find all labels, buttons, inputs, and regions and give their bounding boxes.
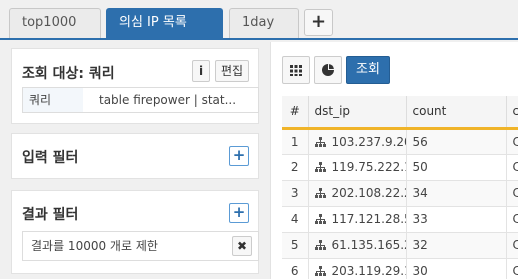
results-area: 조회 # dst_ip count c 1103.237.9.20456C211… [270,42,518,279]
dst-ip-value: 103.237.9.204 [331,134,406,149]
network-icon [314,266,326,276]
dst-ip-cell[interactable]: 202.108.22.22 [308,180,407,207]
dst-ip-value: 117.121.28.5 [331,212,406,226]
grid-icon [290,65,302,76]
row-index: 2 [282,154,309,181]
add-input-filter-button[interactable]: + [229,146,249,166]
row-index: 3 [282,180,309,207]
c-cell: C [506,180,518,207]
query-value[interactable]: table firepower | stat... [89,88,259,112]
count-cell: 30 [406,258,507,279]
network-icon [314,162,326,172]
column-header-dst-ip[interactable]: dst_ip [308,96,407,130]
row-index: 6 [282,258,309,279]
input-filter-panel: 입력 필터 + [11,133,259,179]
network-icon [314,240,326,250]
dst-ip-cell[interactable]: 103.237.9.204 [308,128,407,155]
tab-top1000[interactable]: top1000 [9,8,101,38]
c-cell: C [506,258,518,279]
dst-ip-cell[interactable]: 119.75.222.13 [308,154,407,181]
table-row[interactable]: 1 103.237.9.20456C [282,128,518,155]
result-filter-title: 결과 필터 [22,207,79,223]
result-filter-panel: 결과 필터 + 결과를 10000 개로 제한 ✖ [11,190,259,274]
add-tab-button[interactable]: + [304,9,333,36]
chart-view-button[interactable] [314,56,342,84]
query-target-title: 조회 대상: 쿼리 [22,66,115,82]
network-icon [314,214,326,224]
count-cell: 34 [406,180,507,207]
count-cell: 33 [406,206,507,233]
network-icon [314,188,326,198]
tab-suspicious-ip-list[interactable]: 의심 IP 목록 [106,8,223,38]
table-row[interactable]: 6 203.119.29.130C [282,258,518,279]
edit-button[interactable]: 편집 [215,60,249,82]
count-cell: 50 [406,154,507,181]
info-button[interactable]: i [192,60,210,82]
table-row[interactable]: 2 119.75.222.1350C [282,154,518,181]
query-button[interactable]: 조회 [346,56,390,84]
dst-ip-value: 202.108.22.22 [331,186,406,200]
dst-ip-cell[interactable]: 203.119.29.1 [308,258,407,279]
column-header-c[interactable]: c [506,96,518,130]
dst-ip-value: 203.119.29.1 [331,264,406,278]
table-header-row: # dst_ip count c [282,96,518,130]
limit-filter-row: 결과를 10000 개로 제한 ✖ [22,231,259,261]
row-index: 1 [282,128,309,155]
query-row[interactable]: 쿼리 table firepower | stat... [22,87,259,113]
query-key-label: 쿼리 [23,88,83,112]
limit-text: 결과를 10000 개로 제한 [31,239,158,253]
dst-ip-cell[interactable]: 117.121.28.5 [308,206,407,233]
count-cell: 32 [406,232,507,259]
c-cell: C [506,128,518,155]
c-cell: C [506,206,518,233]
column-header-count[interactable]: count [406,96,507,130]
column-header-index[interactable]: # [282,96,309,130]
c-cell: C [506,232,518,259]
dst-ip-value: 61.135.165.23 [331,238,406,252]
dst-ip-cell[interactable]: 61.135.165.23 [308,232,407,259]
add-result-filter-button[interactable]: + [229,203,249,223]
grid-view-button[interactable] [282,56,310,84]
c-cell: C [506,154,518,181]
input-filter-title: 입력 필터 [22,150,79,166]
pie-chart-icon [322,64,334,76]
network-icon [314,136,326,147]
count-cell: 56 [406,128,507,155]
tab-bar: top1000 의심 IP 목록 1day + [0,0,518,40]
row-index: 4 [282,206,309,233]
table-row[interactable]: 5 61.135.165.2332C [282,232,518,259]
tab-1day[interactable]: 1day [229,8,299,38]
dst-ip-value: 119.75.222.13 [331,160,406,174]
query-target-panel: 조회 대상: 쿼리 i 편집 쿼리 table firepower | stat… [11,48,259,124]
remove-limit-button[interactable]: ✖ [232,236,252,256]
table-row[interactable]: 4 117.121.28.533C [282,206,518,233]
table-row[interactable]: 3 202.108.22.2234C [282,180,518,207]
results-table: # dst_ip count c 1103.237.9.20456C2119.7… [282,96,518,279]
row-index: 5 [282,232,309,259]
